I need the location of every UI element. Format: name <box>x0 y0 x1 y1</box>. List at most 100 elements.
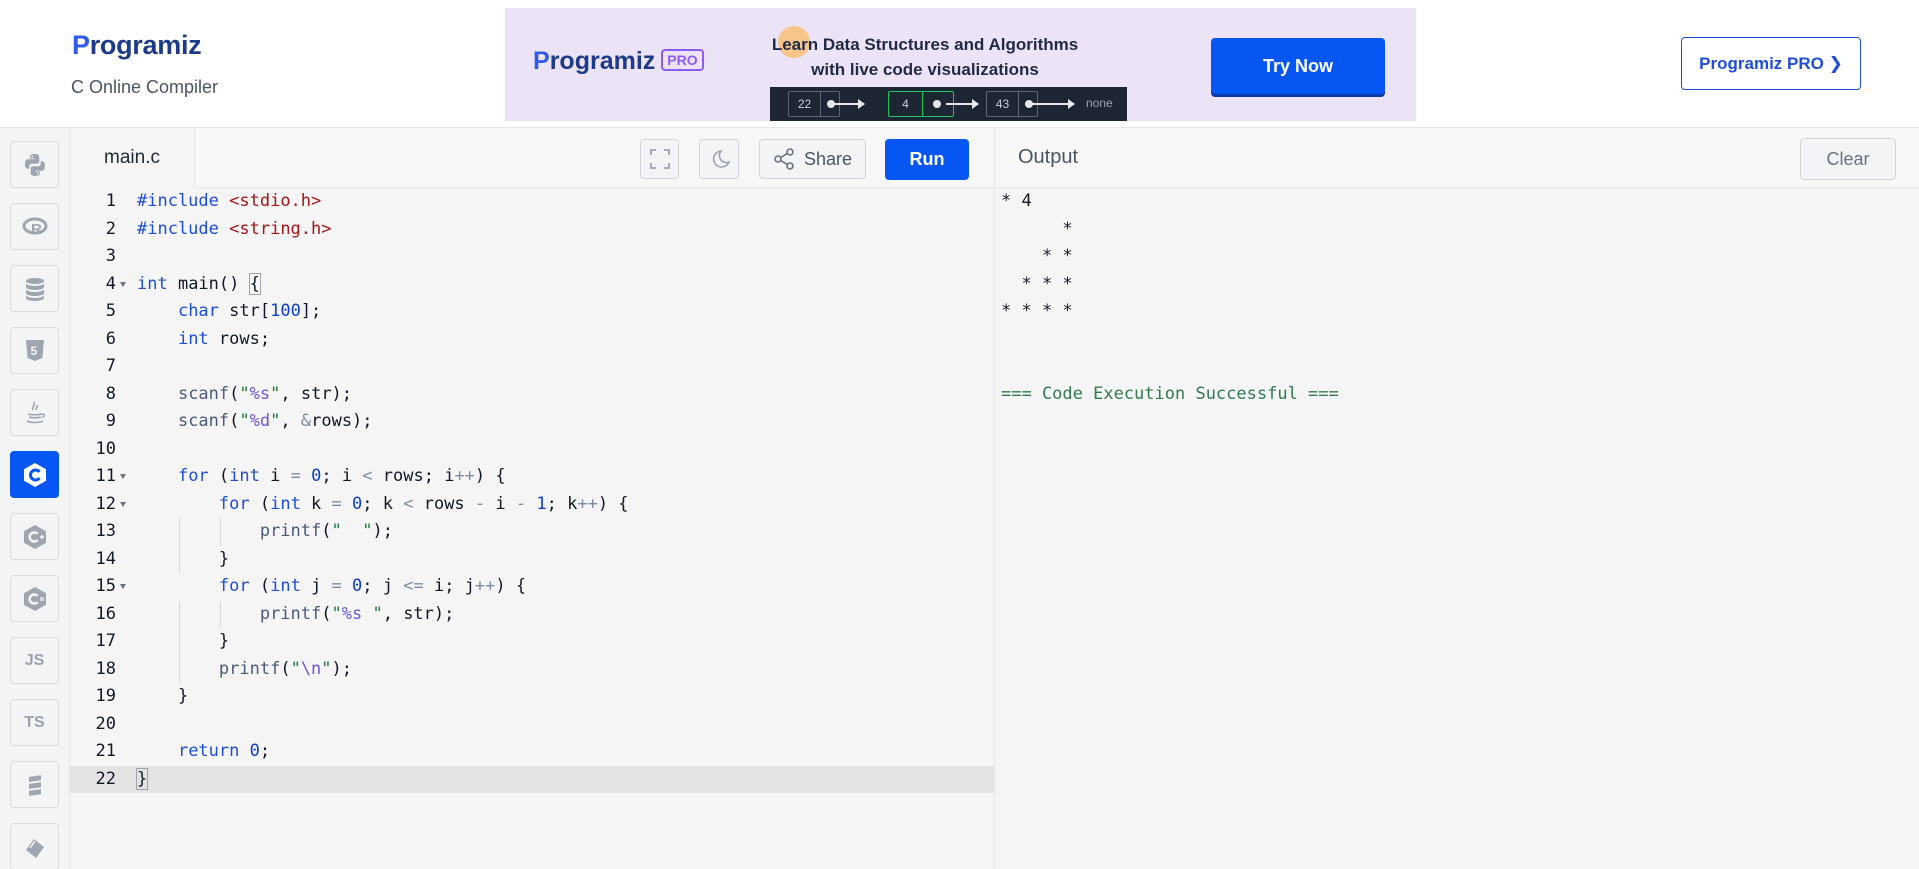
code-line: 16 printf("%s ", str); <box>70 600 994 628</box>
code-line: 12 for (int k = 0; k < rows - i - 1; k++… <box>70 491 994 519</box>
csharp-icon[interactable] <box>10 575 59 622</box>
code-line: 3 <box>70 243 994 271</box>
promo-banner[interactable]: Programiz PRO Learn Data Structures and A… <box>505 8 1416 121</box>
cpp-icon[interactable] <box>10 513 59 560</box>
html5-icon[interactable]: 5 <box>10 327 59 374</box>
banner-line-2: with live code visualizations <box>811 60 1039 79</box>
line-number: 4 <box>105 273 116 294</box>
code-text: int main() { <box>137 272 261 295</box>
code-line-current: 22 } <box>70 765 994 793</box>
fullscreen-button[interactable] <box>640 139 679 179</box>
file-tab[interactable]: main.c <box>70 128 195 188</box>
output-line: * * <box>1001 246 1073 266</box>
code-text: } <box>137 686 189 706</box>
fold-toggle-icon[interactable] <box>120 281 126 287</box>
code-line: 21 return 0; <box>70 738 994 766</box>
banner-headline: Learn Data Structures and Algorithms wit… <box>755 32 1095 82</box>
clear-button[interactable]: Clear <box>1800 138 1896 180</box>
arrow-icon <box>832 99 865 109</box>
code-text: return 0; <box>177 741 271 761</box>
js-icon[interactable]: JS <box>10 637 59 684</box>
output-line: * 4 <box>1001 191 1032 211</box>
code-text: scanf("%s", str); <box>177 383 353 404</box>
swift-icon[interactable] <box>10 823 59 869</box>
try-now-button[interactable]: Try Now <box>1211 38 1385 94</box>
pro-tag: PRO <box>661 49 704 71</box>
code-text: #include <string.h> <box>137 218 332 239</box>
fold-toggle-icon[interactable] <box>120 474 126 479</box>
code-line: 18 printf("\n"); <box>70 655 994 683</box>
output-line: * * * <box>1001 273 1073 294</box>
code-text: for (int j = 0; j <= i; j++) { <box>218 576 527 596</box>
fold-toggle-icon[interactable] <box>120 501 126 507</box>
line-number: 15 <box>95 576 116 596</box>
logo-initial: P <box>71 30 90 60</box>
code-line: 9 scanf("%d", &rows); <box>70 408 994 436</box>
run-button[interactable]: Run <box>885 139 969 180</box>
code-line: 5 char str[100]; <box>70 298 994 326</box>
page-subtitle: C Online Compiler <box>71 77 219 97</box>
python-icon[interactable] <box>10 141 59 188</box>
line-number: 8 <box>105 383 116 404</box>
code-text: } <box>135 767 149 790</box>
linked-list-visual: 22 4 43 none <box>770 87 1127 121</box>
line-number: 3 <box>105 246 116 266</box>
share-button[interactable]: Share <box>759 139 866 179</box>
line-number: 22 <box>95 768 116 789</box>
banner-logo-initial: P <box>533 47 550 75</box>
moon-icon <box>712 150 730 168</box>
line-number: 19 <box>95 686 116 706</box>
output-panel: Output Clear * 4 * * * * * * * * * * === … <box>994 128 1919 869</box>
programiz-logo[interactable]: Programiz <box>71 30 202 61</box>
database-icon[interactable] <box>10 265 59 312</box>
line-number: 2 <box>105 218 116 239</box>
line-number: 10 <box>95 438 116 459</box>
banner-line-1: Learn Data Structures and Algorithms <box>771 35 1079 54</box>
node-value: 4 <box>889 92 923 116</box>
line-number: 16 <box>95 603 116 624</box>
code-line: 8 scanf("%s", str); <box>70 381 994 409</box>
line-number: 18 <box>95 658 116 679</box>
ts-label: TS <box>24 713 45 731</box>
line-number: 6 <box>105 328 116 349</box>
line-number: 11 <box>95 466 116 486</box>
c-icon[interactable] <box>10 451 59 498</box>
share-icon <box>774 148 794 170</box>
banner-logo: Programiz PRO <box>533 47 704 76</box>
line-number: 12 <box>95 493 116 514</box>
output-title: Output <box>1018 146 1079 168</box>
code-text: printf(" "); <box>259 521 393 541</box>
expand-icon <box>649 149 670 169</box>
output-console[interactable]: * 4 * * * * * * * * * * === Code Executio… <box>1001 188 1339 408</box>
line-number: 20 <box>95 713 116 734</box>
arrow-icon <box>1030 99 1075 109</box>
html5-label: 5 <box>30 344 37 358</box>
code-line: 6 int rows; <box>70 326 994 354</box>
pointer-dot <box>933 100 941 108</box>
programiz-pro-button[interactable]: Programiz PRO ❯ <box>1681 37 1861 90</box>
share-label: Share <box>803 148 853 169</box>
node-value: 43 <box>987 92 1019 116</box>
line-number: 21 <box>95 741 116 761</box>
code-text: printf("%s ", str); <box>259 603 455 624</box>
svg-text:R: R <box>31 221 42 238</box>
fold-toggle-icon[interactable] <box>120 584 126 589</box>
code-text: scanf("%d", &rows); <box>177 411 373 431</box>
logo-text: rogramiz <box>89 30 202 60</box>
arrow-icon <box>946 99 979 109</box>
line-number: 5 <box>105 301 116 321</box>
code-line: 7 <box>70 353 994 381</box>
code-line: 11 for (int i = 0; i < rows; i++) { <box>70 463 994 491</box>
code-area[interactable]: 1 #include <stdio.h> 2 #include <string.… <box>70 188 994 869</box>
code-text: printf("\n"); <box>218 658 353 679</box>
go-icon[interactable] <box>10 761 59 808</box>
code-line: 13 printf(" "); <box>70 518 994 546</box>
dark-mode-toggle[interactable] <box>699 139 739 179</box>
ts-icon[interactable]: TS <box>10 699 59 746</box>
r-icon[interactable]: R <box>10 203 59 250</box>
code-editor-panel: main.c Share Run 1 #include <stdio.h> 2 … <box>70 128 994 869</box>
java-icon[interactable] <box>10 389 59 436</box>
code-line: 19 } <box>70 683 994 711</box>
